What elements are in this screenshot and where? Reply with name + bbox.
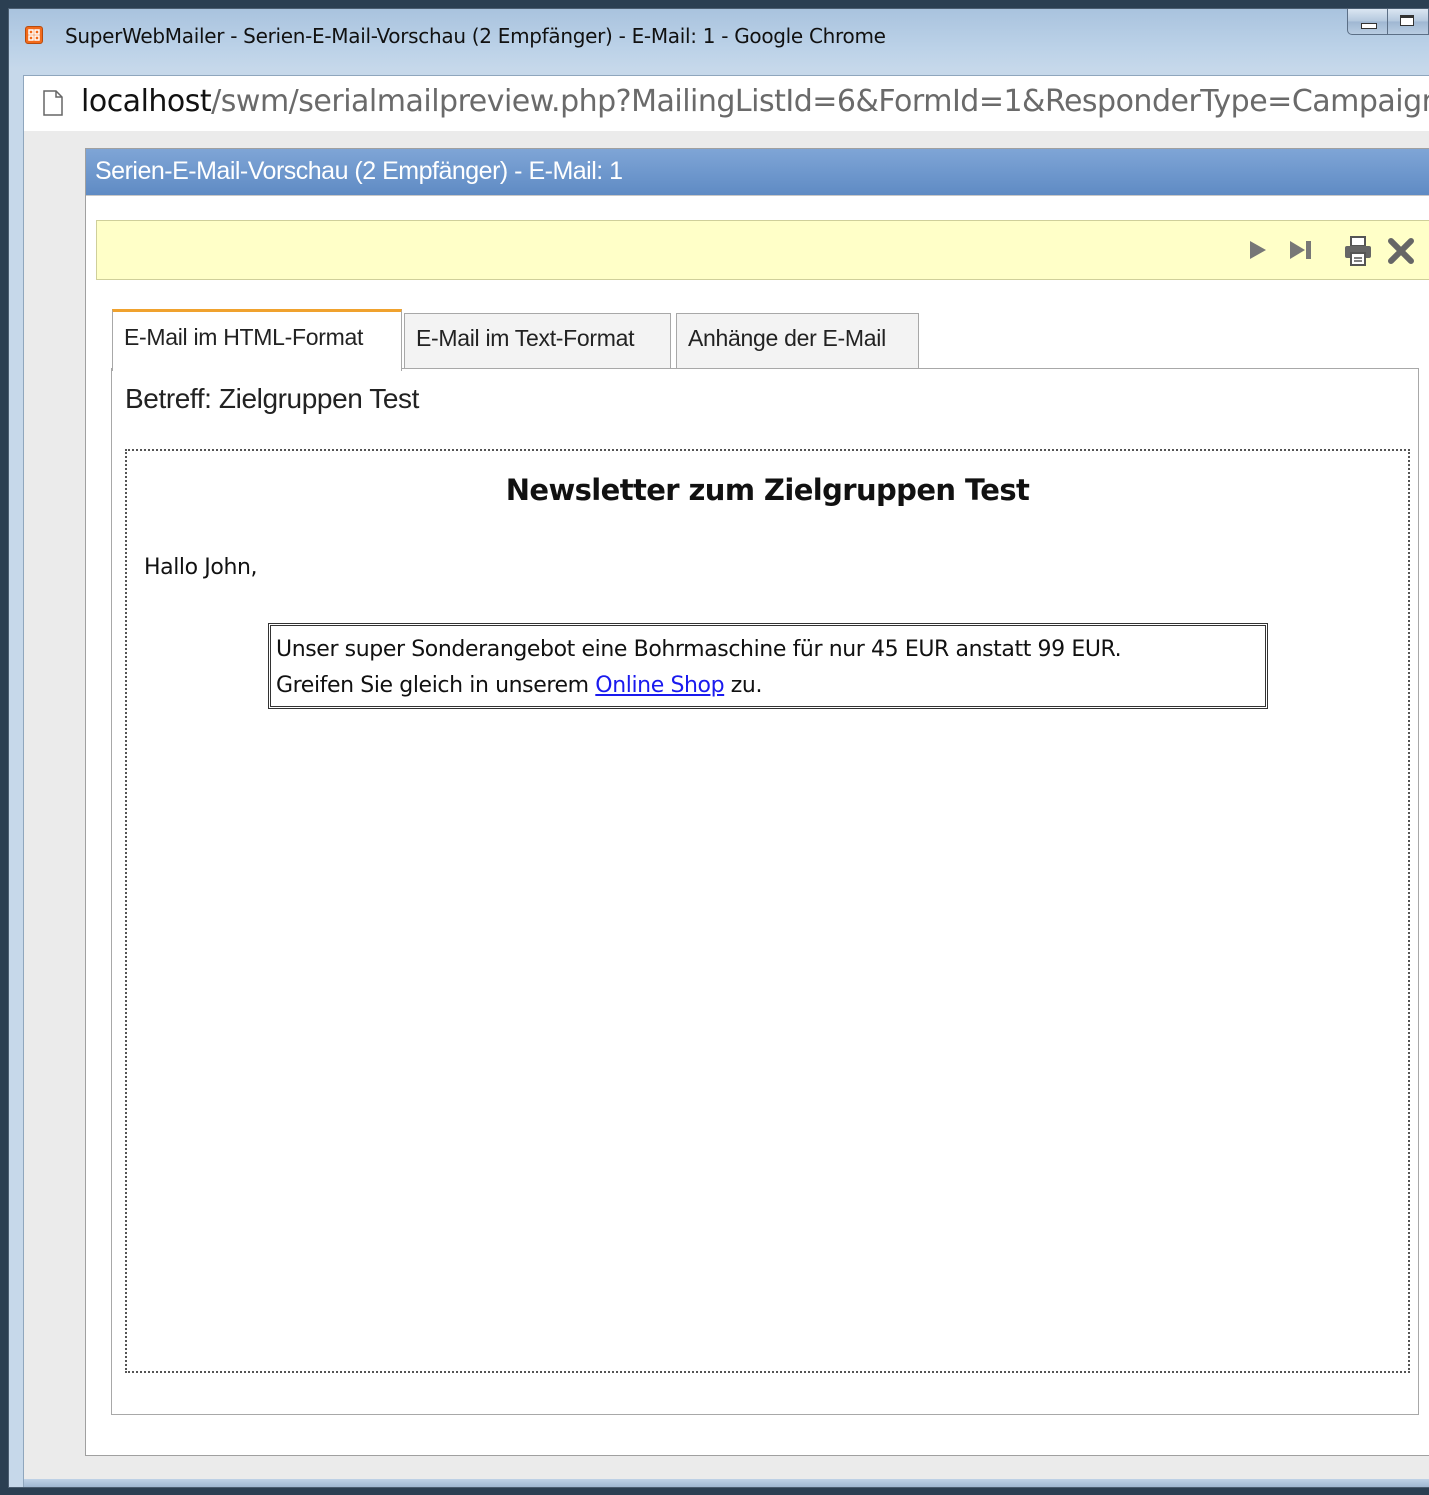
url-path: /swm/serialmailpreview.php?MailingListId…: [211, 84, 1429, 119]
close-icon[interactable]: [1387, 237, 1415, 265]
maximize-button[interactable]: [1387, 9, 1429, 35]
offer-text-line1: Unser super Sonderangebot eine Bohrmasch…: [276, 637, 1122, 662]
tab-attachments[interactable]: Anhänge der E-Mail: [676, 313, 919, 369]
email-greeting: Hallo John,: [144, 555, 258, 580]
minimize-icon: [1361, 23, 1377, 29]
url-text[interactable]: localhost/swm/serialmailpreview.php?Mail…: [81, 84, 1429, 119]
window-titlebar[interactable]: SuperWebMailer - Serien-E-Mail-Vorschau …: [9, 9, 1429, 65]
maximize-icon: [1400, 15, 1414, 26]
skip-to-end-icon[interactable]: [1288, 238, 1314, 262]
play-icon[interactable]: [1247, 238, 1269, 262]
browser-content: Serien-E-Mail-Vorschau (2 Empfänger) - E…: [23, 131, 1429, 1487]
print-icon[interactable]: [1343, 235, 1373, 267]
tab-html-format[interactable]: E-Mail im HTML-Format: [112, 309, 402, 371]
tab-panel: Betreff: Zielgruppen Test Newsletter zum…: [111, 368, 1419, 1415]
preview-dialog: Serien-E-Mail-Vorschau (2 Empfänger) - E…: [85, 148, 1429, 1456]
dialog-inner: E-Mail im HTML-Format E-Mail im Text-For…: [86, 195, 1429, 1455]
dialog-body: E-Mail im HTML-Format E-Mail im Text-For…: [86, 195, 1429, 1455]
window-title: SuperWebMailer - Serien-E-Mail-Vorschau …: [65, 24, 886, 48]
dialog-title: Serien-E-Mail-Vorschau (2 Empfänger) - E…: [86, 149, 1429, 195]
email-subject: Betreff: Zielgruppen Test: [125, 383, 420, 414]
offer-box: Unser super Sonderangebot eine Bohrmasch…: [268, 623, 1268, 709]
xampp-app-icon: [25, 26, 43, 44]
window-bottom-border: [24, 1479, 1429, 1487]
offer-text-line2: Greifen Sie gleich in unserem Online Sho…: [276, 668, 1260, 704]
minimize-button[interactable]: [1347, 9, 1389, 35]
email-preview-frame[interactable]: Newsletter zum Zielgruppen Test Hallo Jo…: [125, 449, 1410, 1373]
tab-text-format[interactable]: E-Mail im Text-Format: [404, 313, 671, 369]
browser-window: SuperWebMailer - Serien-E-Mail-Vorschau …: [8, 8, 1429, 1488]
page-icon: [43, 90, 63, 116]
email-heading: Newsletter zum Zielgruppen Test: [505, 473, 1030, 507]
url-host: localhost: [81, 84, 212, 119]
preview-toolbar: [96, 220, 1429, 280]
offer-suffix: zu.: [724, 673, 763, 698]
address-bar[interactable]: localhost/swm/serialmailpreview.php?Mail…: [23, 75, 1429, 132]
offer-prefix: Greifen Sie gleich in unserem: [276, 673, 596, 698]
online-shop-link[interactable]: Online Shop: [595, 673, 724, 698]
